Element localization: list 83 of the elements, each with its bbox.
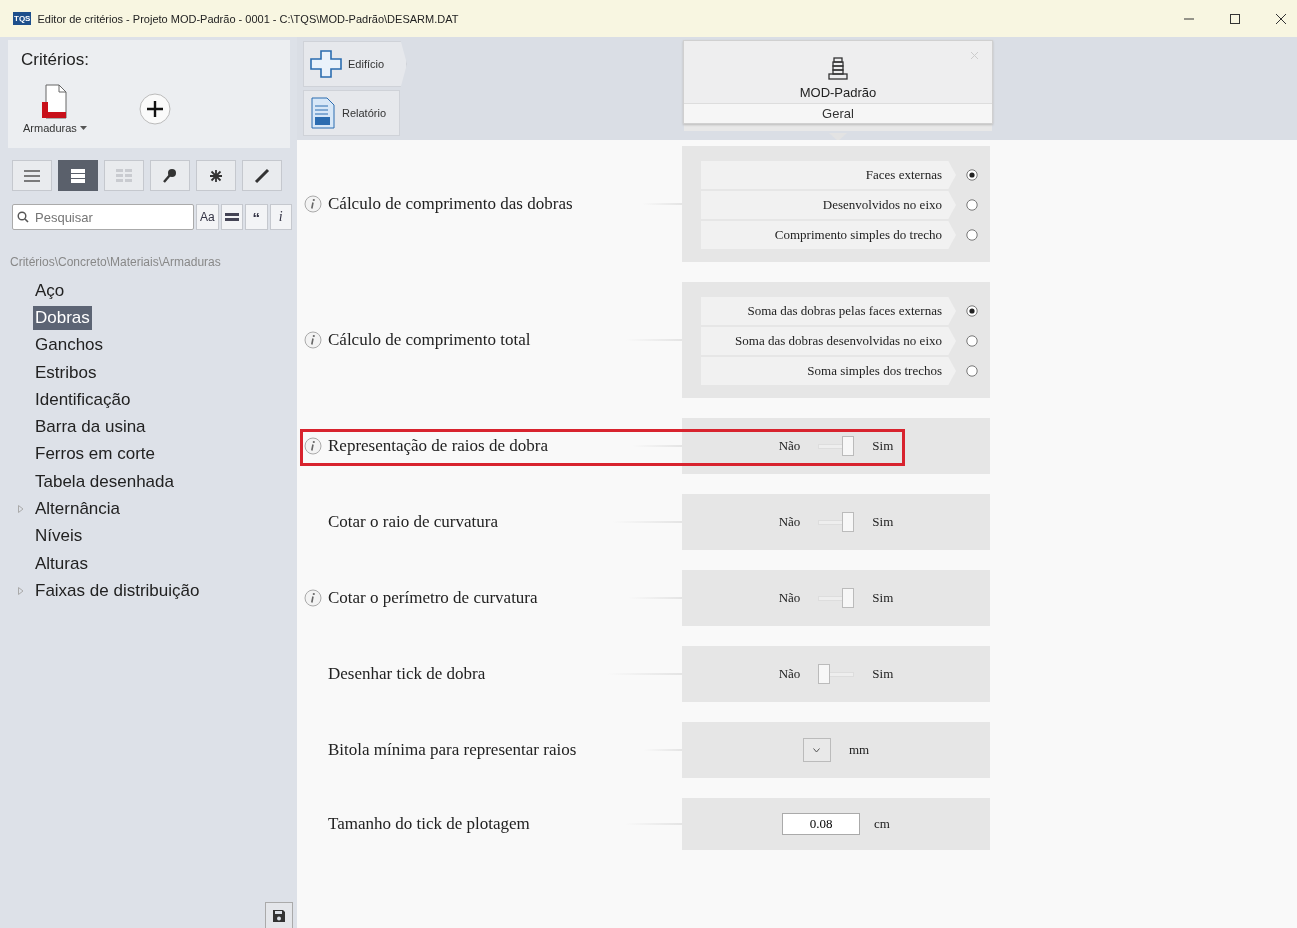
number-field[interactable]: 0.08 <box>782 813 861 835</box>
tree-item[interactable]: Ganchos <box>33 333 106 358</box>
radio-button[interactable] <box>966 335 978 347</box>
project-card[interactable]: MOD-Padrão Geral <box>683 40 993 125</box>
tree-item[interactable]: Alternância <box>33 497 123 521</box>
project-name: MOD-Padrão <box>799 85 877 101</box>
setting-label: Bitola mínima para representar raios <box>328 740 577 760</box>
setting-label: Cálculo de comprimento total <box>328 330 531 350</box>
info-icon[interactable] <box>304 331 322 349</box>
off-label: Não <box>778 438 801 454</box>
option-label[interactable]: Comprimento simples do trecho <box>701 221 956 249</box>
option-label[interactable]: Desenvolvidos no eixo <box>701 191 956 219</box>
toggle-switch[interactable] <box>818 588 855 608</box>
setting-label: Cotar o raio de curvatura <box>328 512 498 532</box>
asterisk-icon[interactable] <box>207 167 225 184</box>
breadcrumb-path: Critérios\Concreto\Materiais\Armaduras <box>10 255 222 269</box>
radio-button[interactable] <box>966 305 978 317</box>
radio-button[interactable] <box>966 169 978 181</box>
info-icon[interactable] <box>304 437 322 455</box>
tree-item[interactable]: Ferros em corte <box>33 442 157 467</box>
filter-button[interactable] <box>220 204 243 230</box>
option-label[interactable]: Soma das dobras pelas faces externas <box>701 297 956 325</box>
option-label[interactable]: Soma simples dos trechos <box>701 357 956 385</box>
tree-item[interactable]: Alturas <box>33 551 90 576</box>
tree-item[interactable]: Dobras <box>33 305 92 330</box>
on-label: Sim <box>872 590 894 606</box>
tree-item[interactable]: Identificação <box>33 387 133 412</box>
setting-label: Representação de raios de dobra <box>328 436 548 456</box>
key-icon[interactable] <box>161 167 179 184</box>
tree-item[interactable]: Estribos <box>33 360 99 385</box>
toolbar-button[interactable] <box>58 160 98 191</box>
tree-item[interactable]: Barra da usina <box>33 415 148 440</box>
search-field[interactable]: Pesquisar <box>12 204 194 230</box>
tree-item[interactable]: Níveis <box>33 524 85 549</box>
on-label: Sim <box>872 514 894 530</box>
pencil-icon[interactable] <box>253 167 271 184</box>
radio-button[interactable] <box>966 365 978 377</box>
app-logo: TQS <box>13 12 32 25</box>
category-dropdown[interactable]: Armaduras <box>23 122 87 134</box>
on-label: Sim <box>872 438 894 454</box>
toggle-switch[interactable] <box>818 436 855 456</box>
info-icon[interactable] <box>304 589 322 607</box>
maximize-icon[interactable] <box>1229 12 1241 25</box>
toggle-switch[interactable] <box>818 512 855 532</box>
tree-item[interactable]: Aço <box>33 278 67 303</box>
caret-icon[interactable] <box>813 747 821 753</box>
window-title: Editor de critérios - Projeto MOD-Padrão - 0001 - C:\TQS\MOD-Padrão\DESARM.DAT <box>37 12 460 25</box>
toggle-switch[interactable] <box>818 664 855 684</box>
setting-label: Tamanho do tick de plotagem <box>328 814 530 834</box>
bars-icon[interactable] <box>224 212 239 222</box>
info-icon[interactable] <box>304 195 322 213</box>
document-icon[interactable] <box>39 84 70 120</box>
tree-item[interactable]: Faixas de distribuição <box>33 578 202 603</box>
nav-button[interactable]: Relatório <box>303 90 400 136</box>
info-button[interactable]: i <box>269 204 292 230</box>
close-icon[interactable] <box>1275 12 1287 25</box>
group-tab[interactable]: Geral <box>684 103 992 124</box>
option-label[interactable]: Soma das dobras desenvolvidas no eixo <box>701 327 956 355</box>
rows-icon[interactable] <box>69 167 87 184</box>
setting-label: Cálculo de comprimento das dobras <box>328 194 573 214</box>
radio-button[interactable] <box>966 199 978 211</box>
on-label: Sim <box>872 666 894 682</box>
quote-button[interactable]: “ <box>245 204 268 230</box>
list-icon[interactable] <box>23 167 41 184</box>
nav-button[interactable]: Edifício <box>303 41 407 87</box>
report-icon[interactable] <box>310 97 336 129</box>
caret-icon[interactable] <box>79 125 87 131</box>
match-case-button[interactable]: Aa <box>196 204 219 230</box>
setting-label: Desenhar tick de dobra <box>328 664 486 684</box>
off-label: Não <box>778 514 801 530</box>
save-button[interactable] <box>265 902 293 928</box>
off-label: Não <box>778 590 801 606</box>
plus-shape-icon[interactable] <box>310 50 342 78</box>
unit-label: cm <box>874 816 890 832</box>
criteria-heading: Critérios: <box>21 50 90 70</box>
tree-item[interactable]: Tabela desenhada <box>33 469 176 494</box>
setting-label: Cotar o perímetro de curvatura <box>328 588 538 608</box>
building-icon <box>828 57 848 82</box>
radio-button[interactable] <box>966 229 978 241</box>
off-label: Não <box>778 666 801 682</box>
add-icon[interactable] <box>138 93 171 125</box>
option-label[interactable]: Faces externas <box>701 161 956 189</box>
unit-label: mm <box>848 742 870 758</box>
